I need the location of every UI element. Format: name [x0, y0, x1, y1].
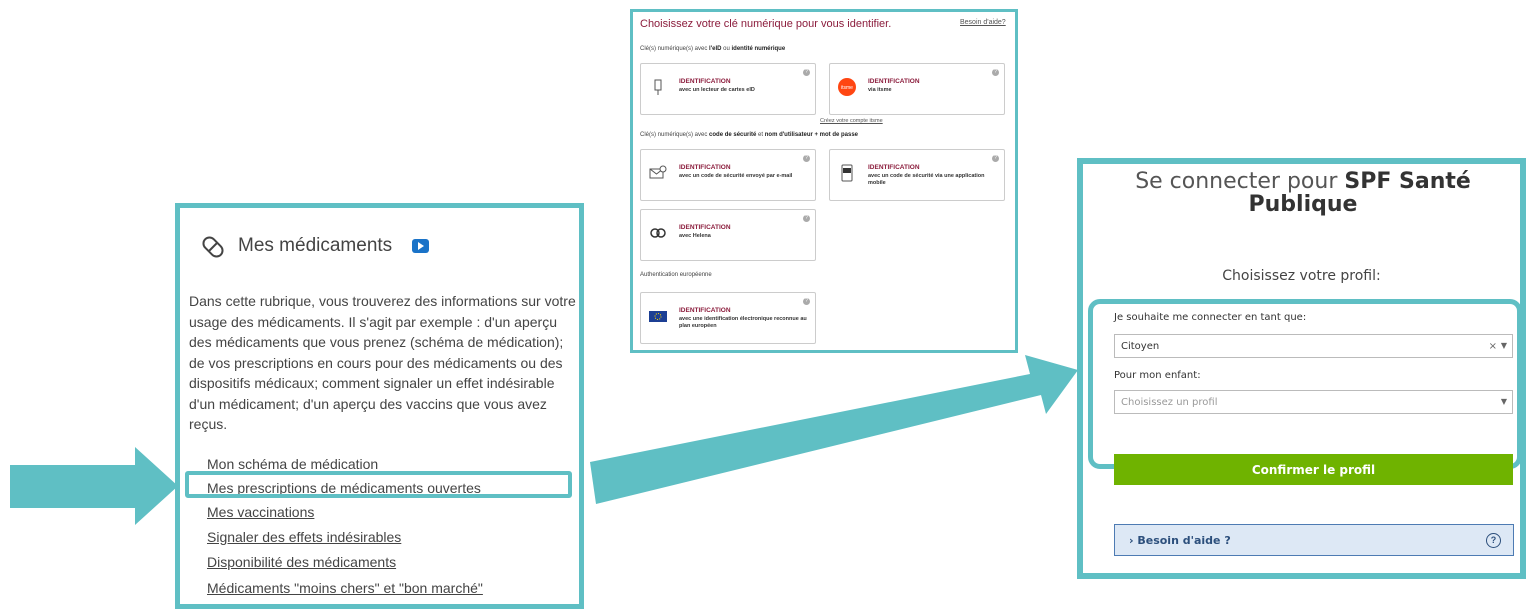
info-icon[interactable]: ? — [992, 155, 999, 162]
medicaments-panel: Mes médicaments Dans cette rubrique, vou… — [175, 203, 584, 609]
card-itsme[interactable]: itsme IDENTIFICATION via itsme ? — [829, 63, 1005, 115]
connect-as-select[interactable]: Citoyen × ▼ — [1114, 334, 1513, 358]
card-europe[interactable]: IDENTIFICATION avec une identification é… — [640, 292, 816, 344]
help-accordion[interactable]: › Besoin d'aide ? ? — [1114, 524, 1514, 556]
mobile-app-icon — [841, 164, 853, 182]
email-icon — [649, 165, 667, 179]
connect-as-label: Je souhaite me connecter en tant que: — [1114, 312, 1307, 323]
info-icon[interactable]: ? — [803, 298, 810, 305]
card-helena[interactable]: IDENTIFICATION avec Helena ? — [640, 209, 816, 261]
link-effets-indesirables[interactable]: Signaler des effets indésirables — [207, 529, 401, 545]
profile-highlight-box — [1088, 299, 1522, 469]
card-email-code[interactable]: IDENTIFICATION avec un code de sécurité … — [640, 149, 816, 201]
pill-icon — [202, 236, 224, 258]
card-eid[interactable]: IDENTIFICATION avec un lecteur de cartes… — [640, 63, 816, 115]
svg-text:itsme: itsme — [841, 85, 853, 91]
eu-flag-icon — [649, 311, 667, 322]
confirm-profile-button[interactable]: Confirmer le profil — [1114, 454, 1513, 485]
clear-icon[interactable]: × — [1489, 341, 1497, 352]
spf-title: Se connecter pour SPF Santé Publique — [1135, 169, 1471, 217]
info-icon[interactable]: ? — [803, 69, 810, 76]
child-profile-select[interactable]: Choisissez un profil ▼ — [1114, 390, 1513, 414]
medicaments-title: Mes médicaments — [238, 235, 393, 256]
section-security-code: Clé(s) numérique(s) avec code de sécurit… — [640, 132, 859, 138]
child-label: Pour mon enfant: — [1114, 370, 1201, 381]
itsme-create-link[interactable]: Créez votre compte itsme — [820, 118, 883, 124]
identification-panel: Choisissez votre clé numérique pour vous… — [630, 9, 1018, 353]
chevron-down-icon[interactable]: ▼ — [1501, 397, 1507, 406]
link-disponibilite[interactable]: Disponibilité des médicaments — [207, 554, 396, 570]
identification-title: Choisissez votre clé numérique pour vous… — [640, 18, 892, 30]
question-icon: ? — [1486, 533, 1501, 548]
card-reader-icon — [654, 79, 662, 95]
link-medicaments-moins-chers[interactable]: Médicaments "moins chers" et "bon marché… — [207, 580, 483, 596]
video-play-icon[interactable] — [412, 239, 429, 253]
medicaments-description: Dans cette rubrique, vous trouverez des … — [189, 293, 576, 432]
info-icon[interactable]: ? — [803, 215, 810, 222]
profile-label: Choisissez votre profil: — [1222, 268, 1381, 284]
info-icon[interactable]: ? — [992, 69, 999, 76]
itsme-logo-icon: itsme — [838, 78, 856, 96]
helena-icon — [650, 228, 666, 238]
section-europe: Authentication européenne — [640, 272, 712, 278]
section-eid: Clé(s) numérique(s) avec l'eID ou identi… — [640, 46, 786, 52]
help-link[interactable]: Besoin d'aide? — [960, 19, 1006, 26]
diagonal-arrow — [590, 355, 1078, 504]
spf-login-panel: Se connecter pour SPF Santé Publique Cho… — [1077, 158, 1526, 579]
link-vaccinations[interactable]: Mes vaccinations — [207, 504, 314, 520]
card-mobile-app[interactable]: IDENTIFICATION avec un code de sécurité … — [829, 149, 1005, 201]
chevron-down-icon[interactable]: ▼ — [1501, 341, 1507, 350]
link-schema-medication[interactable]: Mon schéma de médication — [207, 456, 378, 472]
highlight-box — [185, 471, 572, 498]
left-arrow — [10, 447, 178, 525]
info-icon[interactable]: ? — [803, 155, 810, 162]
